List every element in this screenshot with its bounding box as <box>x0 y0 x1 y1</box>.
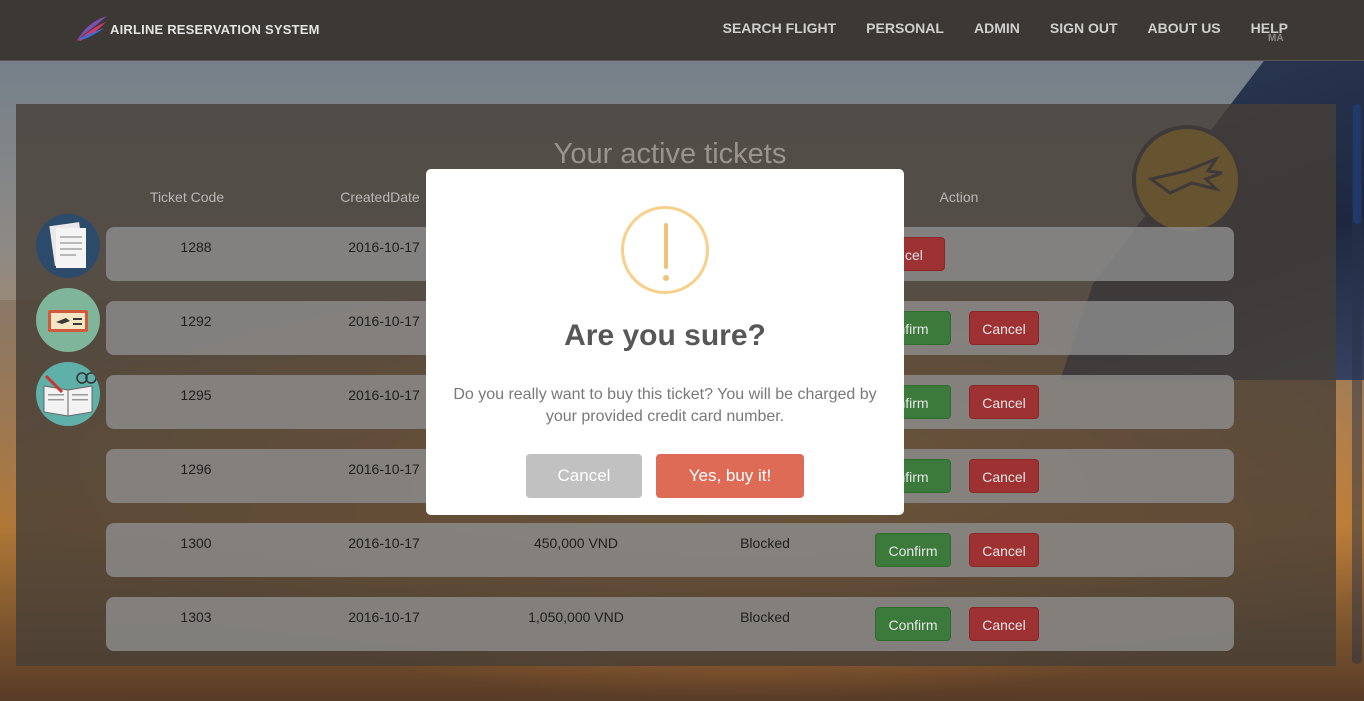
ticket-status: Blocked <box>740 535 790 551</box>
warning-icon <box>621 206 709 294</box>
cancel-ticket-button[interactable]: Cancel <box>969 311 1039 345</box>
dialog-message: Do you really want to buy this ticket? Y… <box>453 386 877 425</box>
cancel-ticket-button[interactable]: Cancel <box>969 607 1039 641</box>
dialog-title: Are you sure? <box>564 319 766 352</box>
nav-badge: MA <box>1268 33 1284 44</box>
ticket-code: 1296 <box>180 461 212 477</box>
table-row: 1300 2016-10-17 450,000 VND Blocked Conf… <box>106 523 1234 577</box>
brand-logo-icon <box>76 16 107 42</box>
page-title: Your active tickets <box>553 138 787 170</box>
main-nav: SEARCH FLIGHT PERSONAL ADMIN SIGN OUT AB… <box>723 20 1288 36</box>
created-date: 2016-10-17 <box>348 535 420 551</box>
ticket-code: 1295 <box>180 387 212 403</box>
nav-search-flight[interactable]: SEARCH FLIGHT <box>723 20 837 36</box>
confirm-ticket-button[interactable]: Confirm <box>875 533 951 567</box>
book-icon[interactable] <box>36 362 100 426</box>
ticket-code: 1300 <box>180 535 212 551</box>
table-row: 1303 2016-10-17 1,050,000 VND Blocked Co… <box>106 597 1234 651</box>
header-ticket-code: Ticket Code <box>149 189 225 205</box>
dialog-cancel-button[interactable]: Cancel <box>526 454 642 498</box>
ticket-price: 450,000 VND <box>533 535 619 551</box>
app-title: AIRLINE RESERVATION SYSTEM <box>110 21 320 37</box>
cancel-ticket-button[interactable]: Cancel <box>969 533 1039 567</box>
top-navbar: AIRLINE RESERVATION SYSTEM SEARCH FLIGHT… <box>0 0 1364 61</box>
cancel-ticket-button[interactable]: Cancel <box>969 385 1039 419</box>
nav-admin[interactable]: ADMIN <box>974 20 1020 36</box>
ticket-price: 1,050,000 VND <box>528 609 624 625</box>
created-date: 2016-10-17 <box>348 609 420 625</box>
cancel-ticket-button[interactable]: Cancel <box>969 459 1039 493</box>
scrollbar-thumb[interactable] <box>1353 104 1361 224</box>
confirm-dialog: Are you sure? Do you really want to buy … <box>426 169 904 515</box>
ticket-status: Blocked <box>740 609 790 625</box>
nav-sign-out[interactable]: SIGN OUT <box>1050 20 1118 36</box>
header-action: Action <box>939 189 979 205</box>
ticket-code: 1288 <box>180 239 212 255</box>
nav-about-us[interactable]: ABOUT US <box>1148 20 1221 36</box>
document-icon[interactable] <box>36 214 100 278</box>
ticket-code: 1303 <box>180 609 212 625</box>
ticket-icon[interactable] <box>36 288 100 352</box>
confirm-ticket-button[interactable]: Confirm <box>875 607 951 641</box>
brand[interactable]: AIRLINE RESERVATION SYSTEM <box>74 14 320 44</box>
ticket-code: 1292 <box>180 313 212 329</box>
nav-personal[interactable]: PERSONAL <box>866 20 944 36</box>
dialog-confirm-button[interactable]: Yes, buy it! <box>656 454 804 498</box>
